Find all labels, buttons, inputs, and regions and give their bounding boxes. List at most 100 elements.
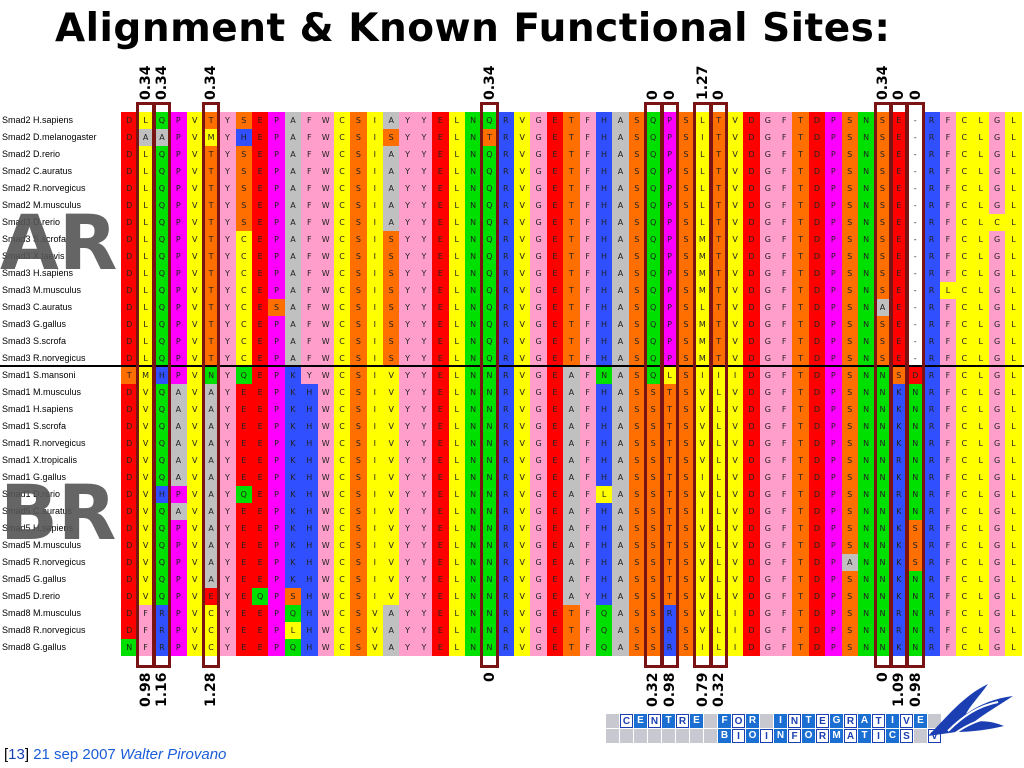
- residue-cell: P: [825, 571, 842, 588]
- residue-cell: N: [907, 418, 924, 435]
- residue-cell: S: [677, 384, 695, 401]
- residue-cell: D: [121, 588, 138, 605]
- residue-cell: H: [595, 112, 613, 129]
- residue-cell: P: [170, 214, 187, 231]
- residue-cell: F: [939, 571, 957, 588]
- residue-cell: N: [874, 486, 891, 503]
- residue-cell: P: [170, 197, 187, 214]
- residue-cell: E: [546, 282, 564, 299]
- residue-cell: D: [121, 282, 138, 299]
- sequence-name: Smad1 M.musculus: [2, 387, 82, 397]
- residue-cell: G: [988, 503, 1006, 520]
- bottom-score-label: 0.98: [661, 672, 678, 707]
- residue-cell: R: [497, 282, 514, 299]
- residue-cell: Y: [219, 197, 236, 214]
- residue-cell: A: [563, 537, 580, 554]
- residue-cell: G: [530, 146, 547, 163]
- residue-cell: -: [907, 316, 924, 333]
- residue-cell: C: [333, 112, 351, 129]
- bottom-score-label: 0.32: [645, 672, 662, 707]
- residue-cell: C: [333, 248, 351, 265]
- residue-cell: F: [579, 180, 596, 197]
- residue-cell: T: [563, 231, 580, 248]
- residue-cell: D: [808, 197, 826, 214]
- residue-cell: N: [857, 333, 875, 350]
- residue-cell: L: [448, 197, 465, 214]
- residue-cell: S: [841, 163, 858, 180]
- residue-cell: Y: [399, 503, 416, 520]
- residue-cell: V: [383, 537, 400, 554]
- residue-cell: K: [284, 435, 302, 452]
- residue-cell: P: [170, 537, 187, 554]
- residue-cell: F: [776, 197, 793, 214]
- residue-cell: P: [170, 639, 187, 656]
- logo-row-2: BIOINFORMATICSV: [606, 729, 942, 743]
- residue-cell: A: [284, 214, 302, 231]
- residue-cell: T: [202, 163, 220, 180]
- residue-cell: G: [988, 418, 1006, 435]
- residue-cell: T: [121, 367, 138, 384]
- residue-cell: C: [333, 554, 351, 571]
- residue-cell: F: [579, 503, 596, 520]
- residue-cell: D: [121, 214, 138, 231]
- residue-cell: S: [350, 112, 367, 129]
- logo-cell: B: [718, 729, 731, 743]
- residue-cell: S: [677, 469, 695, 486]
- residue-cell: A: [612, 248, 629, 265]
- residue-cell: V: [186, 537, 203, 554]
- residue-cell: R: [923, 401, 940, 418]
- residue-cell: Y: [399, 537, 416, 554]
- residue-cell: E: [235, 469, 252, 486]
- residue-cell: F: [776, 231, 793, 248]
- residue-cell: G: [988, 146, 1006, 163]
- residue-cell: W: [317, 588, 334, 605]
- residue-cell: S: [628, 520, 645, 537]
- residue-cell: W: [317, 537, 334, 554]
- slide-number: 13: [8, 746, 25, 763]
- residue-cell: I: [726, 367, 744, 384]
- residue-cell: P: [268, 622, 285, 639]
- residue-cell: P: [170, 333, 187, 350]
- residue-cell: C: [956, 554, 973, 571]
- residue-cell: N: [464, 537, 482, 554]
- residue-cell: E: [890, 231, 907, 248]
- residue-cell: S: [350, 146, 367, 163]
- residue-cell: I: [366, 333, 383, 350]
- residue-cell: P: [268, 214, 285, 231]
- residue-cell: A: [563, 452, 580, 469]
- residue-cell: R: [923, 112, 940, 129]
- residue-cell: L: [595, 486, 613, 503]
- residue-cell: F: [301, 282, 318, 299]
- residue-cell: S: [874, 197, 891, 214]
- residue-cell: R: [923, 435, 940, 452]
- residue-cell: R: [153, 605, 171, 622]
- residue-cell: K: [890, 588, 907, 605]
- residue-cell: E: [432, 231, 449, 248]
- residue-cell: P: [825, 486, 842, 503]
- residue-cell: F: [939, 503, 957, 520]
- residue-cell: D: [743, 299, 760, 316]
- residue-cell: R: [497, 486, 514, 503]
- residue-cell: D: [808, 180, 826, 197]
- residue-cell: T: [710, 180, 727, 197]
- residue-cell: G: [759, 197, 776, 214]
- residue-cell: L: [1005, 554, 1022, 571]
- residue-cell: H: [301, 469, 318, 486]
- residue-cell: V: [694, 401, 711, 418]
- residue-cell: L: [448, 248, 465, 265]
- residue-cell: K: [284, 452, 302, 469]
- residue-cell: A: [612, 316, 629, 333]
- residue-cell: L: [137, 333, 154, 350]
- residue-cell: D: [808, 520, 826, 537]
- residue-cell: V: [726, 282, 744, 299]
- residue-cell: K: [284, 418, 302, 435]
- residue-cell: Q: [645, 299, 662, 316]
- residue-cell: E: [252, 367, 269, 384]
- residue-cell: A: [563, 435, 580, 452]
- residue-cell: V: [726, 486, 744, 503]
- residue-cell: V: [137, 554, 154, 571]
- residue-cell: S: [350, 197, 367, 214]
- residue-cell: N: [464, 384, 482, 401]
- residue-cell: G: [530, 469, 547, 486]
- residue-cell: N: [464, 401, 482, 418]
